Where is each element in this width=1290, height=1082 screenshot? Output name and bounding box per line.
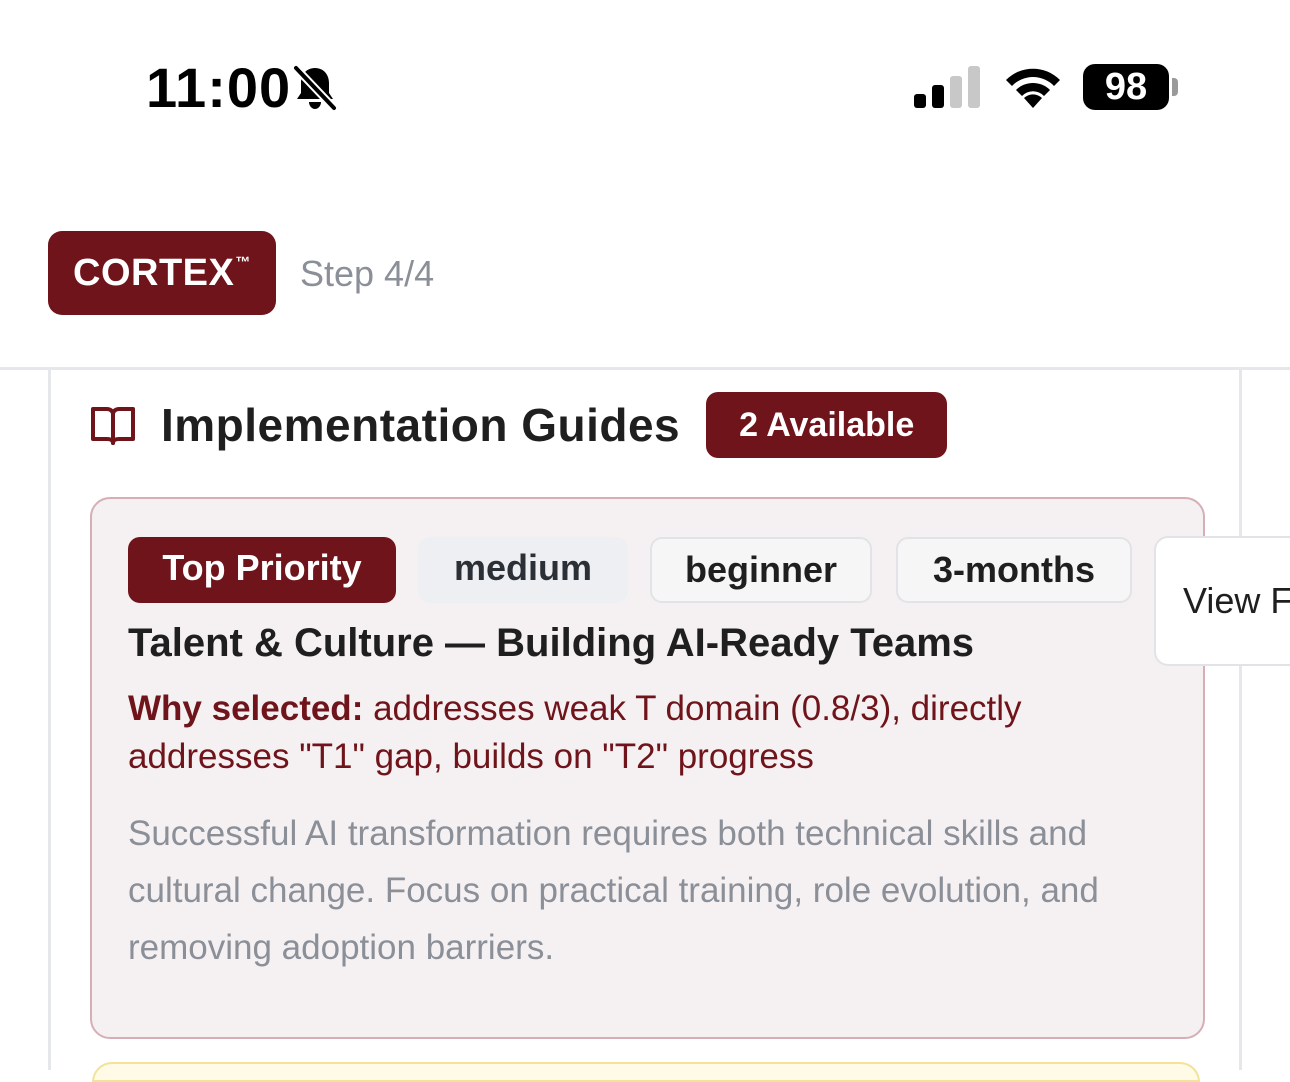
brand-logo[interactable]: CORTEX™ [48, 231, 276, 315]
guide-title: Talent & Culture — Building AI-Ready Tea… [128, 621, 975, 665]
section-title: Implementation Guides [161, 399, 681, 451]
battery-icon: 98 [1083, 64, 1169, 110]
priority-tag: Top Priority [128, 537, 396, 603]
status-time: 11:00 [146, 56, 292, 119]
section-header: Implementation Guides 2 Available [89, 392, 948, 458]
status-bar: 11:00 98 [0, 0, 1290, 180]
brand-name: CORTEX [73, 252, 235, 294]
cellular-signal-icon [914, 66, 980, 108]
guide-description: Successful AI transformation requires bo… [128, 814, 1099, 967]
level-tag: beginner [650, 537, 872, 603]
duration-tag: 3-months [896, 537, 1132, 603]
effort-tag: medium [418, 537, 628, 603]
why-selected-label: Why selected: [128, 689, 364, 728]
step-indicator: Step 4/4 [300, 253, 435, 294]
bell-slash-icon [292, 64, 338, 112]
trademark-mark: ™ [235, 254, 251, 271]
next-guide-card[interactable] [92, 1062, 1200, 1082]
battery-tip [1172, 78, 1178, 96]
wifi-icon [1006, 68, 1060, 108]
why-selected: Why selected: addresses weak T domain (0… [128, 685, 1148, 781]
available-count-badge: 2 Available [706, 392, 948, 458]
guide-card[interactable]: Top Priority medium beginner 3-months Ta… [90, 497, 1205, 1039]
view-button[interactable]: View F [1154, 536, 1290, 666]
guides-panel: Implementation Guides 2 Available Top Pr… [48, 370, 1242, 1070]
app-header: CORTEX™ Step 4/4 [0, 180, 1290, 370]
book-open-icon [91, 407, 135, 445]
